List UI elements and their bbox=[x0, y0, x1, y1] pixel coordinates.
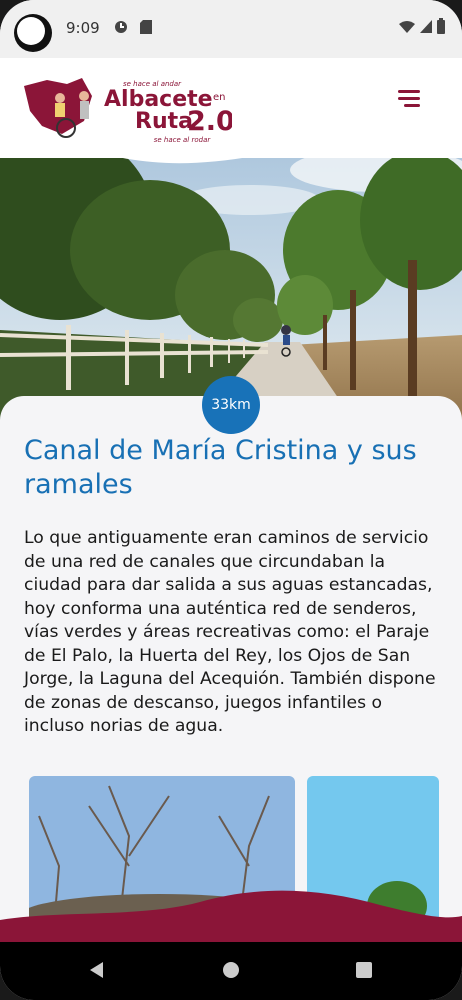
camera-cutout bbox=[14, 14, 52, 52]
signal-icon bbox=[420, 20, 432, 33]
albacete-en-ruta-logo[interactable]: se hace al andar Albacete en Ruta 2.0 se… bbox=[22, 76, 232, 146]
phone-screen: 9:09 se hace al andar Albacete en Ruta 2… bbox=[0, 0, 462, 1000]
status-time: 9:09 bbox=[66, 19, 100, 37]
data-saver-icon bbox=[115, 21, 127, 33]
recents-icon[interactable] bbox=[355, 960, 373, 980]
app-header: se hace al andar Albacete en Ruta 2.0 se… bbox=[0, 58, 462, 158]
logo-name-line2: Ruta bbox=[135, 109, 193, 134]
hamburger-menu-icon[interactable] bbox=[398, 86, 424, 112]
sd-card-icon bbox=[140, 20, 152, 34]
battery-icon bbox=[437, 18, 445, 34]
status-bar: 9:09 bbox=[0, 0, 462, 58]
footer-wave bbox=[0, 890, 462, 950]
distance-badge: 33km bbox=[202, 376, 260, 434]
logo-name-en: en bbox=[213, 92, 226, 103]
route-title-line1: Canal de María Cristina y sus bbox=[24, 435, 417, 466]
home-icon[interactable] bbox=[222, 960, 240, 980]
route-title: Canal de María Cristina y sus ramales bbox=[24, 434, 424, 502]
route-description: Lo que antiguamente eran caminos de serv… bbox=[24, 528, 436, 736]
logo-tagline-bottom: se hace al rodar bbox=[154, 136, 212, 144]
wifi-icon bbox=[399, 21, 415, 33]
route-title-line2: ramales bbox=[24, 469, 133, 500]
logo-version: 2.0 bbox=[187, 106, 232, 137]
back-icon[interactable] bbox=[87, 960, 105, 980]
system-navigation-bar bbox=[0, 942, 462, 1000]
